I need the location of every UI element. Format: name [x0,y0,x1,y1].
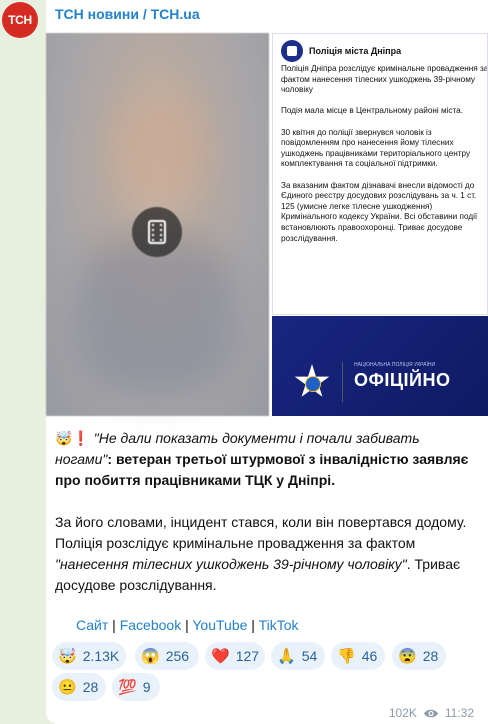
facebook-link[interactable]: Facebook [120,617,181,633]
message-footer: 102K 11:32 [389,706,474,720]
eye-icon [423,709,438,717]
police-logo-icon [281,40,303,62]
reaction-count: 127 [235,648,260,664]
avatar-text: ТСН [8,13,32,27]
reaction-count: 2.13K [82,648,120,664]
link-separator: | [247,617,259,633]
film-icon [148,220,166,244]
banner-divider [342,362,343,402]
police-statement-image[interactable]: Поліція міста Дніпра Поліція Дніпра розс… [272,33,488,315]
banner-small-text: НАЦІОНАЛЬНА ПОЛІЦІЯ УКРАЇНИ [354,362,436,368]
thumbs-down-icon: 👎 [337,647,356,665]
blurred-figure [116,93,206,203]
exploding-head-icon: 🤯 [58,647,77,665]
neutral-face-icon: 😐 [58,678,77,696]
headline-rest: : ветеран третьої штурмової з інвалідніс… [55,451,469,488]
official-banner-image[interactable]: НАЦІОНАЛЬНА ПОЛІЦІЯ УКРАЇНИ ОФІЦІЙНО [272,316,488,416]
reaction-thumbs-down[interactable]: 👎 46 [331,642,385,670]
scream-face-icon: 😱 [141,647,160,665]
body-paragraph: За його словами, інцидент стався, коли в… [55,512,475,596]
pray-hands-icon: 🙏 [277,647,296,665]
body-quote: "нанесення тілесних ушкоджень 39-річному… [55,556,407,572]
headline: 🤯❗ "Не дали показать документи і почали … [55,428,475,491]
tiktok-link[interactable]: TikTok [259,617,299,633]
reaction-count: 256 [165,648,190,664]
youtube-link[interactable]: YouTube [192,617,247,633]
hundred-icon: 💯 [118,678,137,696]
body-start: За його словами, інцидент стався, коли в… [55,514,467,551]
link-row: Сайт | Facebook | YouTube | TikTok [76,617,299,633]
lead-emoji: 🤯❗ [55,430,90,446]
channel-avatar[interactable]: ТСН [2,2,38,38]
reaction-fearful[interactable]: 😨 28 [392,642,446,670]
police-emblem-icon [305,376,321,392]
doc-body-text: Поліція Дніпра розслідує кримінальне про… [281,64,488,243]
post-text: 🤯❗ "Не дали показать документи і почали … [55,428,475,596]
site-link[interactable]: Сайт [76,617,108,633]
video-play-button[interactable] [132,207,182,257]
blurred-figure-body [76,233,236,393]
heart-icon: ❤️ [211,647,230,665]
reaction-pray[interactable]: 🙏 54 [271,642,325,670]
media-album: Поліція міста Дніпра Поліція Дніпра розс… [46,33,488,416]
view-count: 102K [388,706,417,720]
fearful-face-icon: 😨 [398,647,417,665]
reaction-scream[interactable]: 😱 256 [135,642,199,670]
doc-header: Поліція міста Дніпра [281,40,401,62]
reaction-exploding-head[interactable]: 🤯 2.13K [52,642,126,670]
reaction-count: 46 [361,648,378,664]
reaction-heart[interactable]: ❤️ 127 [205,642,265,670]
channel-name[interactable]: ТСН новини / TCH.ua [55,6,200,22]
reaction-count: 9 [142,679,151,695]
reaction-count: 54 [301,648,318,664]
doc-header-title: Поліція міста Дніпра [309,46,402,56]
reaction-hundred[interactable]: 💯 9 [112,673,160,701]
message-time: 11:32 [444,706,474,720]
link-separator: | [108,617,120,633]
link-separator: | [181,617,193,633]
reaction-neutral[interactable]: 😐 28 [52,673,106,701]
reaction-count: 28 [82,679,99,695]
banner-title: ОФІЦІЙНО [354,370,451,390]
video-thumbnail[interactable] [46,33,269,416]
reaction-count: 28 [422,648,439,664]
